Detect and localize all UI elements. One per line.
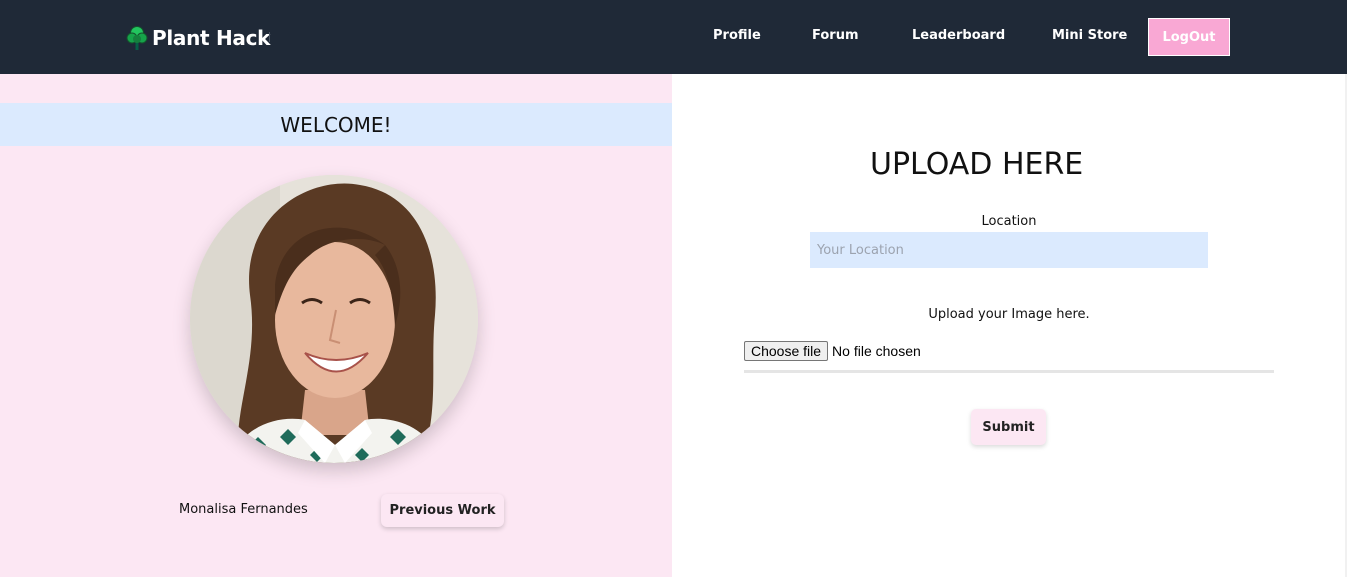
submit-button[interactable]: Submit [971, 409, 1046, 445]
nav-mini-store-link[interactable]: Mini Store [1052, 28, 1127, 43]
brand-name: Plant Hack [152, 26, 271, 50]
nav-leaderboard-link[interactable]: Leaderboard [912, 28, 1005, 43]
location-input[interactable] [810, 232, 1208, 268]
upload-title: UPLOAD HERE [870, 147, 1084, 182]
brand-divider [269, 32, 270, 42]
tree-icon [126, 25, 148, 51]
user-name: Monalisa Fernandes [179, 502, 308, 517]
file-input[interactable]: Choose file No file chosen [744, 341, 921, 361]
nav-profile-link[interactable]: Profile [713, 28, 761, 43]
logout-button[interactable]: LogOut [1148, 18, 1230, 56]
previous-work-button[interactable]: Previous Work [381, 494, 504, 527]
choose-file-button[interactable]: Choose file [744, 341, 829, 361]
profile-panel: WELCOME! Monalisa Fernandes Previous Wor… [0, 74, 672, 577]
navbar: Plant Hack Profile Forum Leaderboard Min… [0, 0, 1347, 74]
welcome-banner: WELCOME! [0, 103, 672, 146]
avatar-photo [190, 175, 478, 463]
nav-forum-link[interactable]: Forum [812, 28, 859, 43]
file-status-text: No file chosen [832, 343, 921, 359]
brand[interactable]: Plant Hack [126, 24, 270, 52]
image-upload-label: Upload your Image here. [928, 307, 1090, 322]
avatar [190, 175, 478, 463]
file-input-underline [744, 370, 1274, 373]
location-label: Location [981, 214, 1037, 229]
